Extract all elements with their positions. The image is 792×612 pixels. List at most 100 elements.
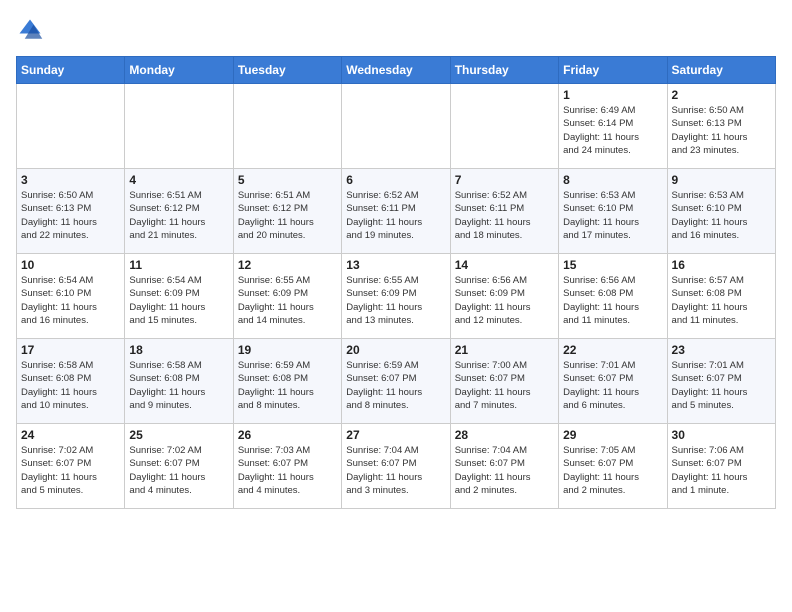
day-number: 19	[238, 343, 337, 357]
calendar-cell	[342, 84, 450, 169]
day-info: Sunrise: 6:57 AM Sunset: 6:08 PM Dayligh…	[672, 274, 771, 327]
day-number: 4	[129, 173, 228, 187]
day-info: Sunrise: 6:52 AM Sunset: 6:11 PM Dayligh…	[346, 189, 445, 242]
calendar-cell: 25 Sunrise: 7:02 AM Sunset: 6:07 PM Dayli…	[125, 424, 233, 509]
day-number: 18	[129, 343, 228, 357]
calendar-cell: 22 Sunrise: 7:01 AM Sunset: 6:07 PM Dayli…	[559, 339, 667, 424]
calendar-cell: 12 Sunrise: 6:55 AM Sunset: 6:09 PM Dayli…	[233, 254, 341, 339]
day-info: Sunrise: 6:56 AM Sunset: 6:08 PM Dayligh…	[563, 274, 662, 327]
calendar-header: SundayMondayTuesdayWednesdayThursdayFrid…	[17, 57, 776, 84]
day-info: Sunrise: 6:51 AM Sunset: 6:12 PM Dayligh…	[129, 189, 228, 242]
calendar-cell: 15Sunrise: 6:56 AM Sunset: 6:08 PM Dayli…	[559, 254, 667, 339]
day-info: Sunrise: 6:53 AM Sunset: 6:10 PM Dayligh…	[563, 189, 662, 242]
calendar-cell	[17, 84, 125, 169]
header-saturday: Saturday	[667, 57, 775, 84]
day-number: 14	[455, 258, 554, 272]
week-row-3: 17 Sunrise: 6:58 AM Sunset: 6:08 PM Dayli…	[17, 339, 776, 424]
day-info: Sunrise: 6:49 AM Sunset: 6:14 PM Dayligh…	[563, 104, 662, 157]
calendar-body: 1 Sunrise: 6:49 AM Sunset: 6:14 PM Daylig…	[17, 84, 776, 509]
week-row-0: 1 Sunrise: 6:49 AM Sunset: 6:14 PM Daylig…	[17, 84, 776, 169]
calendar-cell	[125, 84, 233, 169]
calendar-cell: 11 Sunrise: 6:54 AM Sunset: 6:09 PM Dayli…	[125, 254, 233, 339]
day-number: 27	[346, 428, 445, 442]
calendar-cell: 30 Sunrise: 7:06 AM Sunset: 6:07 PM Dayli…	[667, 424, 775, 509]
day-number: 8	[563, 173, 662, 187]
day-info: Sunrise: 7:01 AM Sunset: 6:07 PM Dayligh…	[672, 359, 771, 412]
day-info: Sunrise: 6:56 AM Sunset: 6:09 PM Dayligh…	[455, 274, 554, 327]
day-number: 9	[672, 173, 771, 187]
calendar-cell: 27Sunrise: 7:04 AM Sunset: 6:07 PM Dayli…	[342, 424, 450, 509]
calendar-cell: 21Sunrise: 7:00 AM Sunset: 6:07 PM Dayli…	[450, 339, 558, 424]
day-info: Sunrise: 6:50 AM Sunset: 6:13 PM Dayligh…	[672, 104, 771, 157]
day-number: 25	[129, 428, 228, 442]
day-info: Sunrise: 7:06 AM Sunset: 6:07 PM Dayligh…	[672, 444, 771, 497]
header-wednesday: Wednesday	[342, 57, 450, 84]
calendar-cell: 10 Sunrise: 6:54 AM Sunset: 6:10 PM Dayli…	[17, 254, 125, 339]
day-info: Sunrise: 6:58 AM Sunset: 6:08 PM Dayligh…	[21, 359, 120, 412]
day-info: Sunrise: 6:51 AM Sunset: 6:12 PM Dayligh…	[238, 189, 337, 242]
day-number: 22	[563, 343, 662, 357]
header-friday: Friday	[559, 57, 667, 84]
calendar-cell: 16 Sunrise: 6:57 AM Sunset: 6:08 PM Dayli…	[667, 254, 775, 339]
header-sunday: Sunday	[17, 57, 125, 84]
day-number: 21	[455, 343, 554, 357]
day-number: 1	[563, 88, 662, 102]
day-number: 6	[346, 173, 445, 187]
header-tuesday: Tuesday	[233, 57, 341, 84]
day-number: 24	[21, 428, 120, 442]
day-number: 30	[672, 428, 771, 442]
day-info: Sunrise: 6:59 AM Sunset: 6:08 PM Dayligh…	[238, 359, 337, 412]
day-number: 16	[672, 258, 771, 272]
day-info: Sunrise: 6:50 AM Sunset: 6:13 PM Dayligh…	[21, 189, 120, 242]
calendar-cell: 1 Sunrise: 6:49 AM Sunset: 6:14 PM Daylig…	[559, 84, 667, 169]
calendar-cell	[233, 84, 341, 169]
header-row: SundayMondayTuesdayWednesdayThursdayFrid…	[17, 57, 776, 84]
day-number: 17	[21, 343, 120, 357]
day-number: 20	[346, 343, 445, 357]
page-header	[16, 16, 776, 44]
day-info: Sunrise: 6:55 AM Sunset: 6:09 PM Dayligh…	[346, 274, 445, 327]
day-info: Sunrise: 7:01 AM Sunset: 6:07 PM Dayligh…	[563, 359, 662, 412]
calendar-cell	[450, 84, 558, 169]
calendar-cell: 8 Sunrise: 6:53 AM Sunset: 6:10 PM Daylig…	[559, 169, 667, 254]
calendar-cell: 19 Sunrise: 6:59 AM Sunset: 6:08 PM Dayli…	[233, 339, 341, 424]
day-number: 13	[346, 258, 445, 272]
day-info: Sunrise: 7:04 AM Sunset: 6:07 PM Dayligh…	[455, 444, 554, 497]
day-info: Sunrise: 7:03 AM Sunset: 6:07 PM Dayligh…	[238, 444, 337, 497]
calendar-cell: 9 Sunrise: 6:53 AM Sunset: 6:10 PM Daylig…	[667, 169, 775, 254]
calendar-cell: 4 Sunrise: 6:51 AM Sunset: 6:12 PM Daylig…	[125, 169, 233, 254]
calendar-cell: 28 Sunrise: 7:04 AM Sunset: 6:07 PM Dayli…	[450, 424, 558, 509]
calendar-cell: 5Sunrise: 6:51 AM Sunset: 6:12 PM Daylig…	[233, 169, 341, 254]
day-info: Sunrise: 6:53 AM Sunset: 6:10 PM Dayligh…	[672, 189, 771, 242]
day-number: 11	[129, 258, 228, 272]
calendar-cell: 23 Sunrise: 7:01 AM Sunset: 6:07 PM Dayli…	[667, 339, 775, 424]
calendar-cell: 20 Sunrise: 6:59 AM Sunset: 6:07 PM Dayli…	[342, 339, 450, 424]
calendar-cell: 29Sunrise: 7:05 AM Sunset: 6:07 PM Dayli…	[559, 424, 667, 509]
day-number: 28	[455, 428, 554, 442]
calendar-cell: 2 Sunrise: 6:50 AM Sunset: 6:13 PM Daylig…	[667, 84, 775, 169]
day-info: Sunrise: 6:59 AM Sunset: 6:07 PM Dayligh…	[346, 359, 445, 412]
header-thursday: Thursday	[450, 57, 558, 84]
day-number: 29	[563, 428, 662, 442]
day-number: 3	[21, 173, 120, 187]
calendar-table: SundayMondayTuesdayWednesdayThursdayFrid…	[16, 56, 776, 509]
day-number: 7	[455, 173, 554, 187]
calendar-cell: 13 Sunrise: 6:55 AM Sunset: 6:09 PM Dayli…	[342, 254, 450, 339]
day-number: 10	[21, 258, 120, 272]
header-monday: Monday	[125, 57, 233, 84]
day-info: Sunrise: 6:54 AM Sunset: 6:09 PM Dayligh…	[129, 274, 228, 327]
calendar-cell: 17 Sunrise: 6:58 AM Sunset: 6:08 PM Dayli…	[17, 339, 125, 424]
day-number: 23	[672, 343, 771, 357]
day-info: Sunrise: 7:02 AM Sunset: 6:07 PM Dayligh…	[129, 444, 228, 497]
day-info: Sunrise: 6:55 AM Sunset: 6:09 PM Dayligh…	[238, 274, 337, 327]
calendar-cell: 24Sunrise: 7:02 AM Sunset: 6:07 PM Dayli…	[17, 424, 125, 509]
calendar-cell: 3 Sunrise: 6:50 AM Sunset: 6:13 PM Daylig…	[17, 169, 125, 254]
week-row-1: 3 Sunrise: 6:50 AM Sunset: 6:13 PM Daylig…	[17, 169, 776, 254]
day-number: 12	[238, 258, 337, 272]
logo	[16, 16, 48, 44]
day-number: 2	[672, 88, 771, 102]
day-info: Sunrise: 6:54 AM Sunset: 6:10 PM Dayligh…	[21, 274, 120, 327]
week-row-4: 24 Sunrise: 7:02 AM Sunset: 6:07 PM Dayli…	[17, 424, 776, 509]
calendar-cell: 26Sunrise: 7:03 AM Sunset: 6:07 PM Dayli…	[233, 424, 341, 509]
logo-icon	[16, 16, 44, 44]
